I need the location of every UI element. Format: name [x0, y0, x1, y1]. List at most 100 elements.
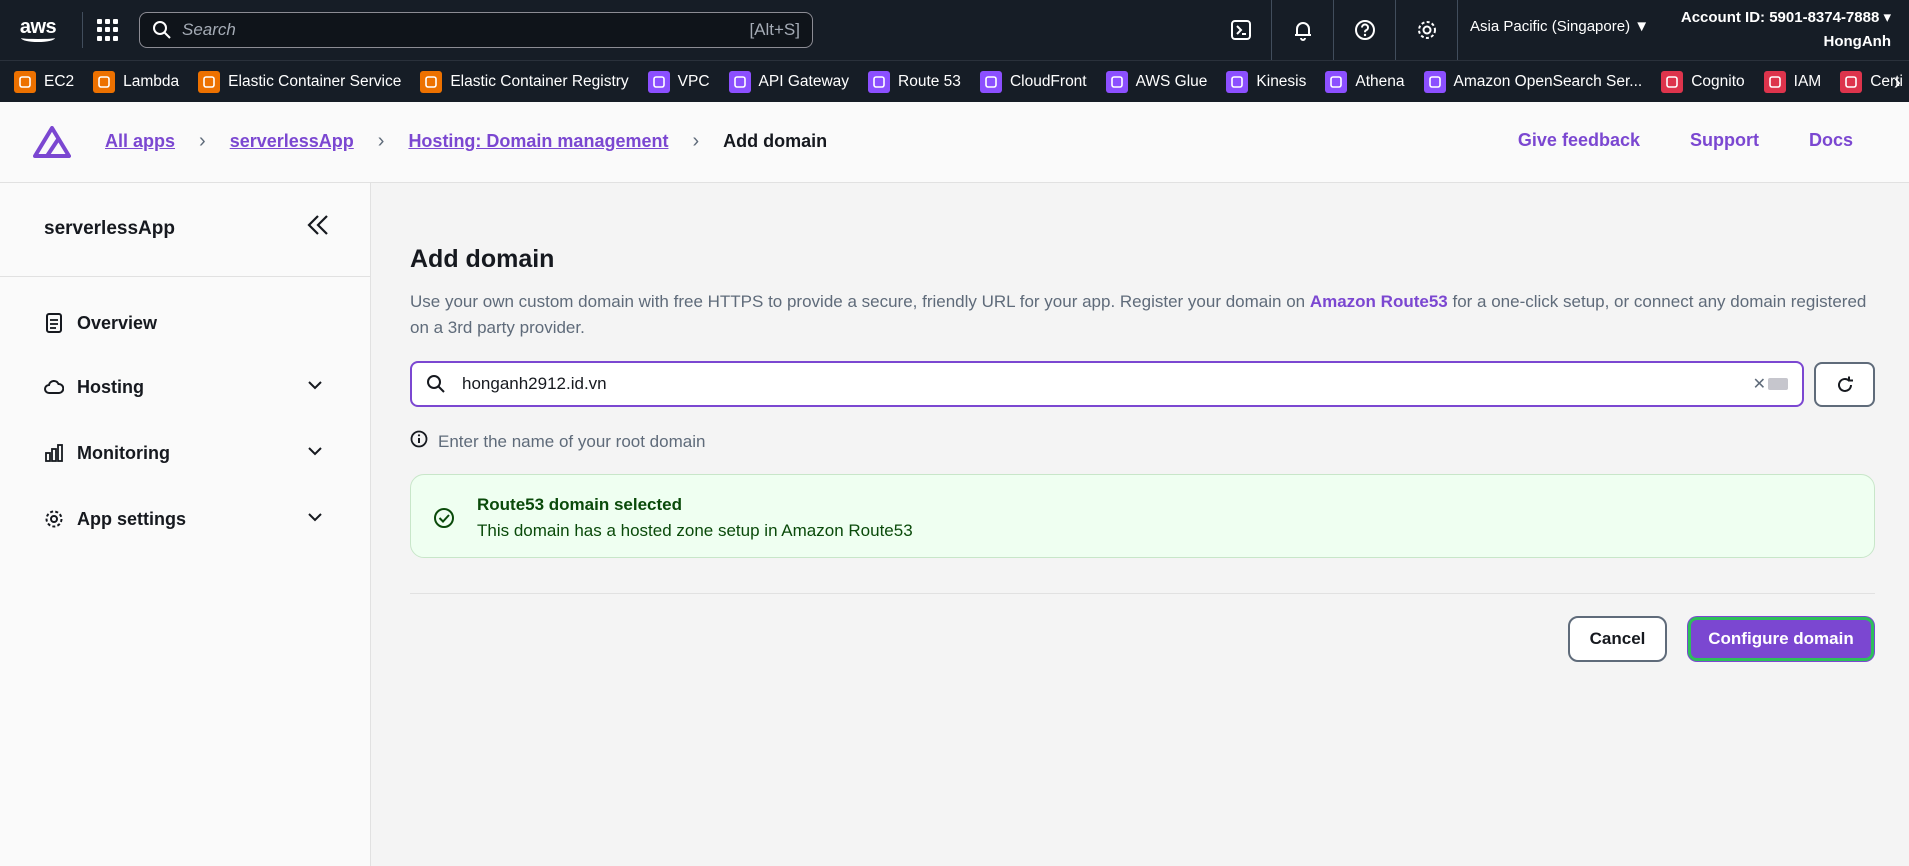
- favorite-label: Route 53: [898, 72, 961, 90]
- favorite-lambda[interactable]: Lambda: [93, 70, 179, 93]
- clear-icon[interactable]: ✕: [1753, 374, 1766, 394]
- success-alert: Route53 domain selected This domain has …: [410, 474, 1875, 558]
- cloudfront-icon: [979, 70, 1002, 93]
- cancel-button[interactable]: Cancel: [1568, 616, 1667, 662]
- aws-logo[interactable]: aws: [8, 0, 68, 60]
- chevron-right-icon: ›: [377, 130, 385, 152]
- favorite-cognito[interactable]: Cognito: [1661, 70, 1745, 93]
- sidebar-item-hosting[interactable]: Hosting: [44, 372, 324, 402]
- search-icon: [427, 375, 445, 393]
- lambda-icon: [93, 70, 116, 93]
- route53-link[interactable]: Amazon Route53: [1310, 292, 1448, 311]
- route53-icon: [868, 70, 891, 93]
- give-feedback-link[interactable]: Give feedback: [1518, 130, 1640, 151]
- favorite-iam[interactable]: IAM: [1763, 70, 1822, 93]
- amplify-logo-icon[interactable]: [33, 126, 71, 163]
- favorite-kinesis[interactable]: Kinesis: [1226, 70, 1307, 93]
- favorite-label: Elastic Container Service: [228, 72, 402, 90]
- ecr-icon: [420, 70, 443, 93]
- favorite-label: CloudFront: [1009, 72, 1087, 90]
- divider: [410, 593, 1875, 594]
- favorite-label: Athena: [1355, 72, 1405, 90]
- cloudshell-icon[interactable]: [1210, 0, 1272, 60]
- chevron-right-icon: ›: [692, 130, 700, 152]
- breadcrumb-all-apps[interactable]: All apps: [105, 131, 175, 152]
- ecs-icon: [198, 70, 221, 93]
- account-id: Account ID: 5901-8374-7888 ▾: [1680, 9, 1891, 26]
- glue-icon: [1105, 70, 1128, 93]
- favorite-ecr[interactable]: Elastic Container Registry: [420, 70, 629, 93]
- opensearch-icon: [1423, 70, 1446, 93]
- app-header: All apps › serverlessApp › Hosting: Doma…: [0, 102, 1909, 183]
- info-icon: [410, 430, 428, 453]
- top-nav: aws Search [Alt+S] Asia Pacific (Singapo…: [0, 0, 1909, 60]
- services-grid-icon[interactable]: [97, 19, 119, 41]
- refresh-button[interactable]: [1814, 362, 1875, 407]
- chevron-down-icon: [306, 376, 324, 399]
- favorite-api-gateway[interactable]: API Gateway: [728, 70, 850, 93]
- api-gateway-icon: [728, 70, 751, 93]
- help-icon[interactable]: [1334, 0, 1396, 60]
- sidebar-item-label: Overview: [77, 312, 158, 333]
- breadcrumb-domain-management[interactable]: Hosting: Domain management: [408, 131, 668, 152]
- favorite-ecs[interactable]: Elastic Container Service: [198, 70, 402, 93]
- chevron-right-icon[interactable]: ›: [1894, 69, 1901, 95]
- favorite-label: IAM: [1793, 72, 1822, 90]
- ec2-icon: [14, 70, 36, 93]
- aws-smile-icon: [21, 34, 55, 42]
- support-link[interactable]: Support: [1690, 130, 1759, 151]
- refresh-icon: [1837, 376, 1853, 392]
- favorite-label: EC2: [44, 72, 75, 90]
- nav-icon-group: [1210, 0, 1458, 60]
- favorite-glue[interactable]: AWS Glue: [1105, 70, 1207, 93]
- sidebar-item-app-settings[interactable]: App settings: [44, 504, 324, 534]
- search-input[interactable]: Search [Alt+S]: [139, 12, 813, 48]
- domain-hint: Enter the name of your root domain: [410, 430, 705, 453]
- chevron-right-icon: ›: [199, 130, 206, 152]
- page-title: Add domain: [410, 245, 555, 273]
- chevron-down-icon: [306, 442, 324, 465]
- sidebar-item-overview[interactable]: Overview: [44, 308, 324, 338]
- search-icon: [153, 21, 171, 39]
- domain-search-input[interactable]: honganh2912.id.vn ✕: [410, 361, 1804, 407]
- vpc-icon: [647, 70, 670, 93]
- check-circle-icon: [433, 507, 455, 534]
- iam-icon: [1763, 70, 1786, 93]
- bar-chart-icon: [44, 444, 64, 462]
- breadcrumb-current: Add domain: [723, 131, 828, 151]
- favorite-ec2[interactable]: EC2: [14, 70, 75, 93]
- docs-link[interactable]: Docs: [1809, 130, 1853, 151]
- divider: [82, 12, 83, 48]
- favorite-cloudfront[interactable]: CloudFront: [979, 70, 1087, 93]
- region-selector[interactable]: Asia Pacific (Singapore) ▼: [1470, 18, 1649, 35]
- favorites-bar: EC2 Lambda Elastic Container Service Elasti…: [0, 60, 1909, 102]
- sidebar-item-monitoring[interactable]: Monitoring: [44, 438, 324, 468]
- favorite-label: Kinesis: [1256, 72, 1307, 90]
- header-links: Give feedback Support Docs: [1518, 130, 1853, 151]
- cognito-icon: [1661, 70, 1684, 93]
- sidebar-item-label: Monitoring: [77, 442, 170, 463]
- favorite-label: Elastic Container Registry: [450, 72, 629, 90]
- favorite-route53[interactable]: Route 53: [868, 70, 961, 93]
- kinesis-icon: [1226, 70, 1249, 93]
- alert-title: Route53 domain selected: [477, 495, 683, 514]
- favorite-athena[interactable]: Athena: [1325, 70, 1405, 93]
- search-placeholder: Search: [182, 20, 236, 39]
- account-menu[interactable]: Account ID: 5901-8374-7888 ▾ HongAnh: [1681, 6, 1891, 54]
- favorite-label: Cognito: [1691, 72, 1745, 90]
- divider: [0, 276, 371, 277]
- document-icon: [44, 313, 64, 333]
- search-shortcut: [Alt+S]: [749, 20, 800, 39]
- username: HongAnh: [1823, 33, 1891, 50]
- favorite-vpc[interactable]: VPC: [647, 70, 710, 93]
- notifications-bell-icon[interactable]: [1272, 0, 1334, 60]
- certificate-icon: [1840, 70, 1863, 93]
- settings-gear-icon[interactable]: [1396, 0, 1458, 60]
- breadcrumb-app[interactable]: serverlessApp: [230, 131, 354, 152]
- gear-icon: [44, 509, 64, 529]
- configure-domain-button[interactable]: Configure domain: [1687, 616, 1875, 662]
- collapse-sidebar-icon[interactable]: [306, 213, 330, 244]
- favorite-label: API Gateway: [758, 72, 850, 90]
- favorite-opensearch[interactable]: Amazon OpenSearch Ser...: [1423, 70, 1642, 93]
- chevron-down-icon: [306, 508, 324, 531]
